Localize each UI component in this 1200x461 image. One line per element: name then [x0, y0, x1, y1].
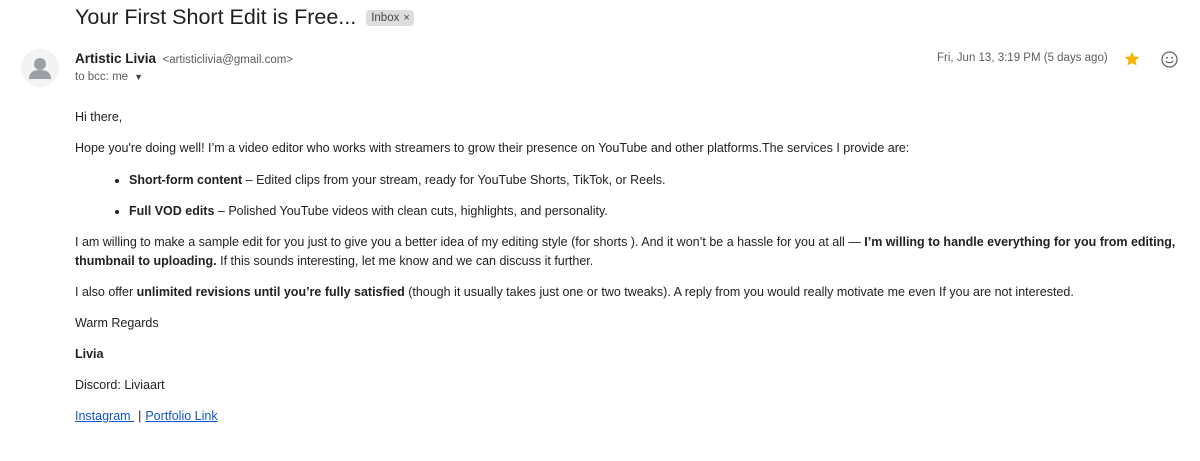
signature-name: Livia — [75, 347, 104, 361]
offer-text-2: (though it usually takes just one or two… — [404, 285, 1074, 299]
list-item: Short-form content – Edited clips from y… — [129, 171, 1195, 190]
sample-paragraph: I am willing to make a sample edit for y… — [75, 233, 1195, 271]
star-icon[interactable] — [1123, 50, 1141, 68]
service-desc: – Polished YouTube videos with clean cut… — [214, 204, 608, 218]
recipients-row: to bcc: me ▼ — [75, 71, 143, 83]
subject-row: Your First Short Edit is Free... Inbox × — [75, 2, 414, 32]
remove-label-icon[interactable]: × — [403, 12, 409, 24]
services-list: Short-form content – Edited clips from y… — [75, 171, 1195, 221]
link-separator: | — [138, 409, 142, 423]
intro-paragraph: Hope you're doing well! I’m a video edit… — [75, 141, 910, 155]
recipients-text: to bcc: me — [75, 71, 129, 83]
sender-email: <artisticlivia@gmail.com> — [162, 54, 294, 66]
sender-row: Artistic Livia <artisticlivia@gmail.com> — [75, 50, 293, 68]
list-item: Full VOD edits – Polished YouTube videos… — [129, 202, 1195, 221]
email-subject: Your First Short Edit is Free... — [75, 4, 357, 29]
offer-text-1: I also offer — [75, 285, 137, 299]
portfolio-link[interactable]: Portfolio Link — [145, 409, 217, 423]
sample-text-2: If this sounds interesting, let me know … — [216, 254, 594, 268]
sign-off: Warm Regards — [75, 316, 159, 330]
greeting: Hi there, — [75, 110, 123, 124]
offer-bold: unlimited revisions until you’re fully s… — [136, 285, 405, 299]
add-reaction-icon[interactable] — [1160, 50, 1179, 69]
service-title: Full VOD edits — [129, 204, 215, 218]
sender-name[interactable]: Artistic Livia — [75, 51, 156, 66]
service-title: Short-form content — [129, 173, 243, 187]
email-date: Fri, Jun 13, 3:19 PM (5 days ago) — [937, 52, 1108, 64]
offer-paragraph: I also offer unlimited revisions until y… — [75, 283, 1195, 302]
sample-text-1: I am willing to make a sample edit for y… — [75, 235, 865, 249]
show-details-caret-icon[interactable]: ▼ — [134, 72, 143, 82]
service-desc: – Edited clips from your stream, ready f… — [242, 173, 666, 187]
instagram-link[interactable]: Instagram — [75, 409, 134, 423]
label-name: Inbox — [371, 12, 400, 24]
discord-handle: Discord: Liviaart — [75, 378, 165, 392]
sender-avatar[interactable] — [21, 49, 59, 87]
person-icon — [29, 58, 51, 79]
inbox-label-chip[interactable]: Inbox × — [366, 10, 414, 26]
email-body: Hi there, Hope you're doing well! I’m a … — [75, 108, 1195, 426]
links-row: Instagram | Portfolio Link — [75, 407, 1195, 426]
